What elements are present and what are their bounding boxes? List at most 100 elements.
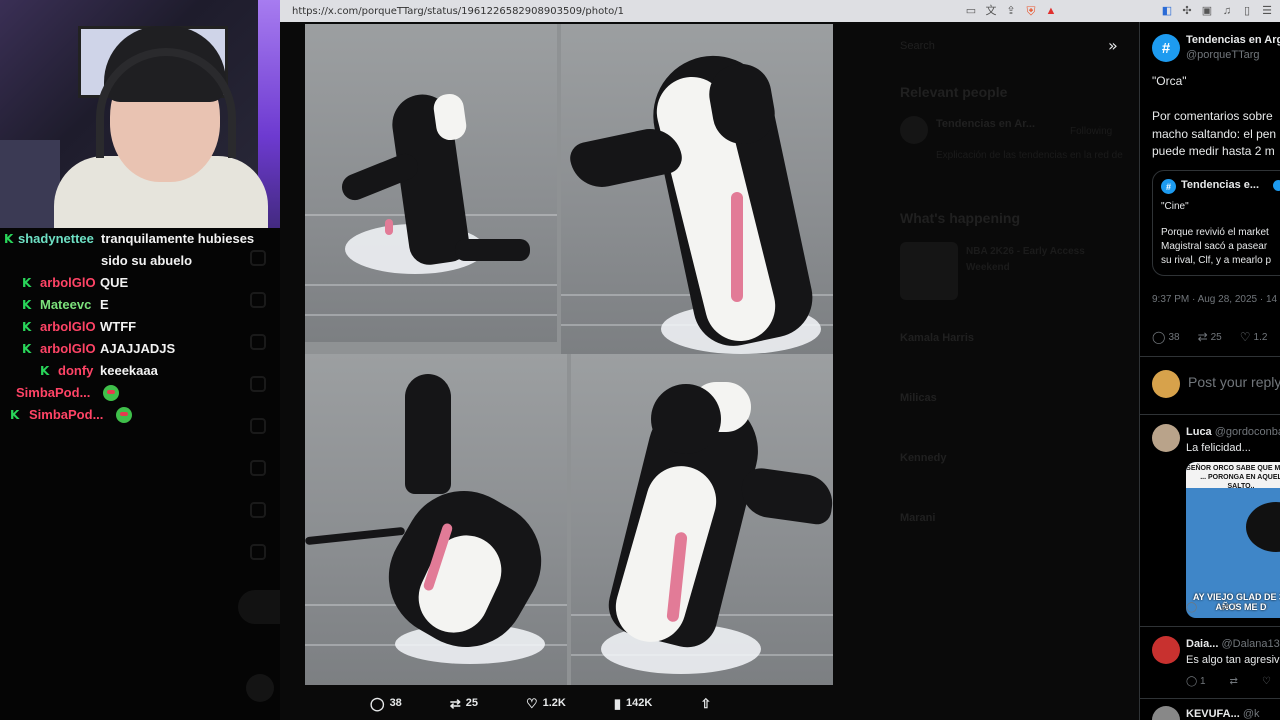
reply-avatar[interactable] [1152, 636, 1180, 664]
chat-badge-icon: K [4, 232, 14, 246]
tweet-timestamp[interactable]: 9:37 PM · Aug 28, 2025 · 14 [1152, 294, 1277, 305]
chat-username[interactable]: Mateevc [40, 297, 91, 312]
chat-badge-icon: K [40, 364, 50, 378]
collapse-panel-icon[interactable]: » [1108, 36, 1118, 55]
heart-icon: ♡ [525, 695, 538, 711]
brave-shield-icon[interactable]: ⛨ [1024, 4, 1038, 18]
reply-author-name: KEVUFA... [1186, 708, 1240, 720]
repost-icon: ⇄ [449, 695, 461, 711]
chat-username[interactable]: shadynettee [18, 231, 94, 246]
reply-repost-stat[interactable]: ⇄ [1230, 676, 1238, 687]
views-button[interactable]: ▮ 142K [614, 697, 652, 710]
reply-like-stat[interactable]: ♡ [1262, 602, 1271, 613]
reply-author[interactable]: KEVUFA... @k [1186, 708, 1260, 720]
music-icon[interactable]: ♫ [1220, 4, 1234, 18]
author-name[interactable]: Tendencias en Arg [1186, 34, 1280, 46]
like-stat[interactable]: ♡ 1.2 [1240, 330, 1268, 344]
reply-avatar[interactable] [1152, 706, 1180, 720]
ghost-nav-icon [250, 502, 266, 518]
screen-icon[interactable]: ▭ [964, 4, 978, 18]
reply-button[interactable]: ◯ 38 [370, 697, 402, 710]
divider [1140, 626, 1280, 627]
reply-stat[interactable]: ◯ 38 [1152, 330, 1180, 344]
screen: https://x.com/porqueTTarg/status/1961226… [0, 0, 1280, 720]
ghost-account-avatar [246, 674, 274, 702]
quoted-author: Tendencias e... [1181, 179, 1260, 191]
chat-message: K arbolGlO QUE [0, 272, 280, 294]
reply-meme-image[interactable]: SEÑOR ORCO SABE QUE MILES ... PORONGA EN… [1186, 462, 1280, 618]
chat-badge-icon: K [22, 276, 32, 290]
tweet-text-line: Por comentarios sobre [1152, 109, 1273, 123]
browser-address-bar[interactable]: https://x.com/porqueTTarg/status/1961226… [280, 0, 1280, 22]
chat-username[interactable]: arbolGlO [40, 341, 96, 356]
ghost-avatar [900, 116, 928, 144]
chat-username[interactable]: SimbaPod... [16, 385, 90, 400]
menu-icon[interactable]: ☰ [1260, 4, 1274, 18]
translate-icon[interactable]: 文 [984, 4, 998, 18]
ghost-desc: Explicación de las tendencias en la red … [936, 150, 1123, 161]
chat-username[interactable]: SimbaPod... [29, 407, 103, 422]
verified-icon [1273, 180, 1280, 191]
reply-stats: ◯ 1 ⇄ ♡ [1186, 676, 1271, 687]
chat-badge-icon: K [22, 298, 32, 312]
chat-username[interactable]: arbolGlO [40, 275, 96, 290]
reply-stats: ◯ ⇄ 1 ♡ [1186, 602, 1271, 613]
quoted-tweet[interactable]: # Tendencias e... "Cine" Porque revivió … [1152, 170, 1280, 276]
reply-like-stat[interactable]: ♡ [1262, 676, 1271, 687]
divider [1140, 414, 1280, 415]
reply-stat-count: 38 [1168, 331, 1180, 343]
chat-text: AJAJJADJS [100, 341, 176, 356]
reply-author[interactable]: Daia... @Dalana13 [1186, 638, 1280, 650]
author-avatar[interactable]: # [1152, 34, 1180, 62]
ghost-trend: Milicas [900, 392, 937, 404]
brave-rewards-icon[interactable]: ▲ [1044, 4, 1058, 18]
chat-badge-icon: K [22, 342, 32, 356]
reply-author-handle: @k [1242, 708, 1260, 720]
author-handle[interactable]: @porqueTTarg [1186, 49, 1260, 61]
tweet-photo[interactable] [305, 24, 833, 685]
chat-emote-icon [103, 385, 119, 401]
reply-reply-stat[interactable]: ◯ 1 [1186, 676, 1206, 687]
like-button[interactable]: ♡ 1.2K [526, 697, 566, 710]
share-button[interactable]: ⇧ [700, 697, 711, 710]
chat-text: tranquilamente hubieses [101, 231, 255, 246]
ghost-name: Tendencias en Ar... [936, 118, 1036, 130]
repost-stat-count: 25 [1210, 331, 1222, 343]
chat-badge-icon: K [22, 320, 32, 334]
repost-icon: ⇄ [1197, 330, 1208, 344]
divider [1140, 356, 1280, 357]
reply-avatar[interactable] [1152, 424, 1180, 452]
sidebar-icon[interactable]: ▯ [1240, 4, 1254, 18]
photo-panel-1 [305, 24, 557, 342]
quoted-text-line: su rival, Clf, y a mearlo p [1161, 255, 1272, 266]
ghost-heading: Relevant people [900, 84, 1008, 100]
chat-text-continuation: sido su abuelo [101, 253, 193, 268]
reply-author[interactable]: Luca @gordoconba [1186, 426, 1280, 438]
repost-count: 25 [465, 697, 478, 709]
share-icon[interactable]: ⇪ [1004, 4, 1018, 18]
puzzle-icon[interactable]: ✣ [1180, 4, 1194, 18]
divider [1140, 698, 1280, 699]
quoted-text-line: "Cine" [1161, 201, 1189, 212]
screenshot-icon[interactable]: ▣ [1200, 4, 1214, 18]
ghost-trend-thumb [900, 242, 958, 300]
url-text[interactable]: https://x.com/porqueTTarg/status/1961226… [292, 6, 624, 17]
background-shelf [0, 140, 60, 228]
stream-chat: K shadynettee tranquilamente hubieses si… [0, 228, 280, 426]
reply-reply-stat[interactable]: ◯ [1186, 602, 1197, 613]
upload-icon: ⇧ [700, 695, 712, 711]
chat-text: E [100, 297, 109, 312]
tweet-text-line: "Orca" [1152, 74, 1187, 88]
chat-message: K SimbaPod... [0, 404, 280, 426]
reply-input[interactable]: Post your reply [1188, 374, 1280, 390]
translate-extension-icon[interactable]: ◧ [1160, 4, 1174, 18]
photo-panel-3 [305, 354, 567, 685]
quoted-text-line: Magistral sacó a pasear [1161, 241, 1268, 252]
photo-panel-4 [571, 354, 833, 685]
chat-username[interactable]: arbolGlO [40, 319, 96, 334]
repost-button[interactable]: ⇄ 25 [450, 697, 478, 710]
chat-message: K donfy keeekaaa [0, 360, 280, 382]
repost-stat[interactable]: ⇄ 25 [1198, 330, 1222, 344]
chat-username[interactable]: donfy [58, 363, 93, 378]
reply-repost-stat[interactable]: ⇄ 1 [1221, 602, 1238, 613]
